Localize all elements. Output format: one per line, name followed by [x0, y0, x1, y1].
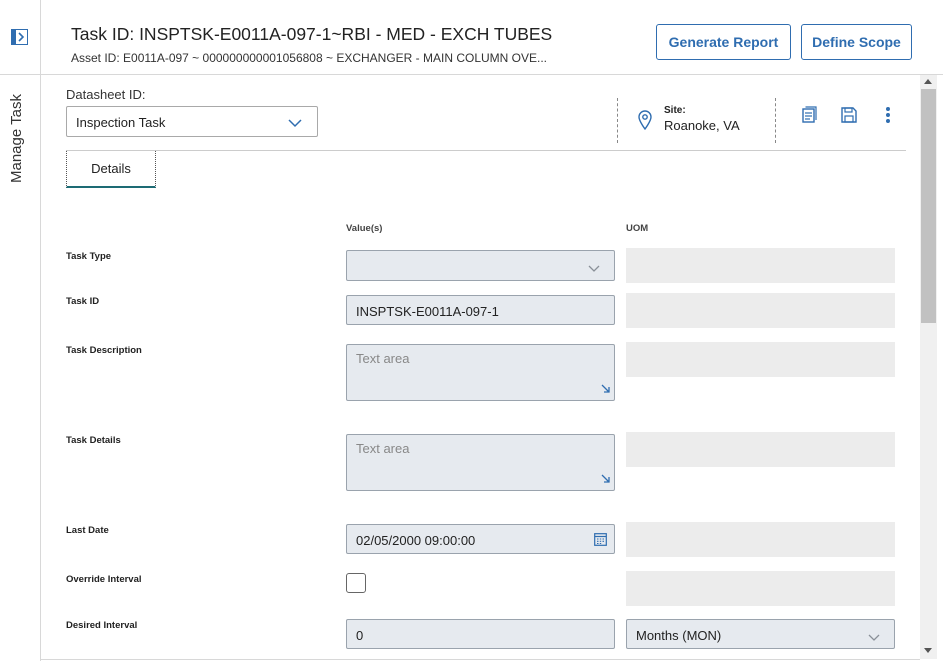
site-divider-right [775, 98, 776, 143]
last-date-value: 02/05/2000 09:00:00 [356, 533, 476, 548]
last-date-field[interactable]: 02/05/2000 09:00:00 [346, 524, 615, 554]
resize-handle-icon[interactable] [601, 382, 611, 397]
location-pin-icon [637, 110, 653, 135]
datasheet-select[interactable]: Inspection Task [66, 106, 318, 137]
more-vertical-icon[interactable] [884, 105, 892, 130]
chevron-down-icon [588, 261, 600, 276]
generate-report-button[interactable]: Generate Report [656, 24, 791, 60]
last-date-uom [626, 522, 895, 557]
vertical-scrollbar[interactable] [920, 75, 937, 659]
task-details-label: Task Details [66, 435, 121, 446]
task-id-uom [626, 293, 895, 328]
task-type-label: Task Type [66, 251, 112, 262]
uom-column-header: UOM [626, 223, 649, 234]
asset-subtitle: Asset ID: E0011A-097 ~ 00000000000105680… [71, 51, 548, 65]
datasheet-label: Datasheet ID: [66, 87, 146, 102]
desired-interval-value: 0 [356, 628, 364, 643]
task-type-select[interactable] [346, 250, 615, 281]
last-date-label: Last Date [66, 525, 109, 536]
task-details-placeholder: Text area [356, 441, 410, 456]
chevron-down-icon [288, 115, 302, 133]
left-rail: Manage Task [0, 0, 41, 661]
desired-interval-uom-value: Months (MON) [636, 628, 722, 643]
chevron-down-icon [868, 630, 880, 645]
manage-task-label[interactable]: Manage Task [8, 94, 25, 183]
task-description-label: Task Description [66, 345, 142, 356]
page-title: Task ID: INSPTSK-E0011A-097-1~RBI - MED … [71, 24, 553, 44]
site-value: Roanoke, VA [664, 118, 740, 133]
define-scope-button[interactable]: Define Scope [801, 24, 912, 60]
scroll-thumb[interactable] [921, 89, 936, 323]
task-description-uom [626, 342, 895, 377]
save-icon[interactable] [840, 106, 858, 129]
task-type-uom [626, 248, 895, 283]
desired-interval-label: Desired Interval [66, 620, 138, 631]
calendar-icon[interactable] [594, 532, 607, 549]
scroll-down-arrow[interactable] [924, 648, 932, 653]
datasheet-selected-value: Inspection Task [76, 115, 166, 130]
expand-panel-icon[interactable] [11, 29, 28, 45]
scroll-up-arrow[interactable] [924, 79, 932, 84]
task-details-textarea[interactable]: Text area [346, 434, 615, 491]
desired-interval-field[interactable]: 0 [346, 619, 615, 649]
tab-details[interactable]: Details [66, 151, 156, 188]
task-id-label: Task ID [66, 296, 100, 307]
page-header: Task ID: INSPTSK-E0011A-097-1~RBI - MED … [41, 0, 943, 75]
tab-bar-divider [66, 150, 906, 151]
resize-handle-icon[interactable] [601, 472, 611, 487]
override-interval-checkbox[interactable] [346, 573, 366, 593]
rail-divider [0, 74, 40, 75]
task-description-placeholder: Text area [356, 351, 410, 366]
document-icon[interactable] [800, 106, 818, 129]
task-id-field[interactable]: INSPTSK-E0011A-097-1 [346, 295, 615, 325]
site-label: Site: [664, 105, 686, 116]
task-details-uom [626, 432, 895, 467]
task-description-textarea[interactable]: Text area [346, 344, 615, 401]
override-interval-uom [626, 571, 895, 606]
bottom-divider [41, 659, 920, 660]
task-id-value: INSPTSK-E0011A-097-1 [356, 304, 499, 319]
site-divider-left [617, 98, 618, 143]
desired-interval-uom-select[interactable]: Months (MON) [626, 619, 895, 649]
values-column-header: Value(s) [346, 223, 383, 234]
override-interval-label: Override Interval [66, 574, 142, 585]
